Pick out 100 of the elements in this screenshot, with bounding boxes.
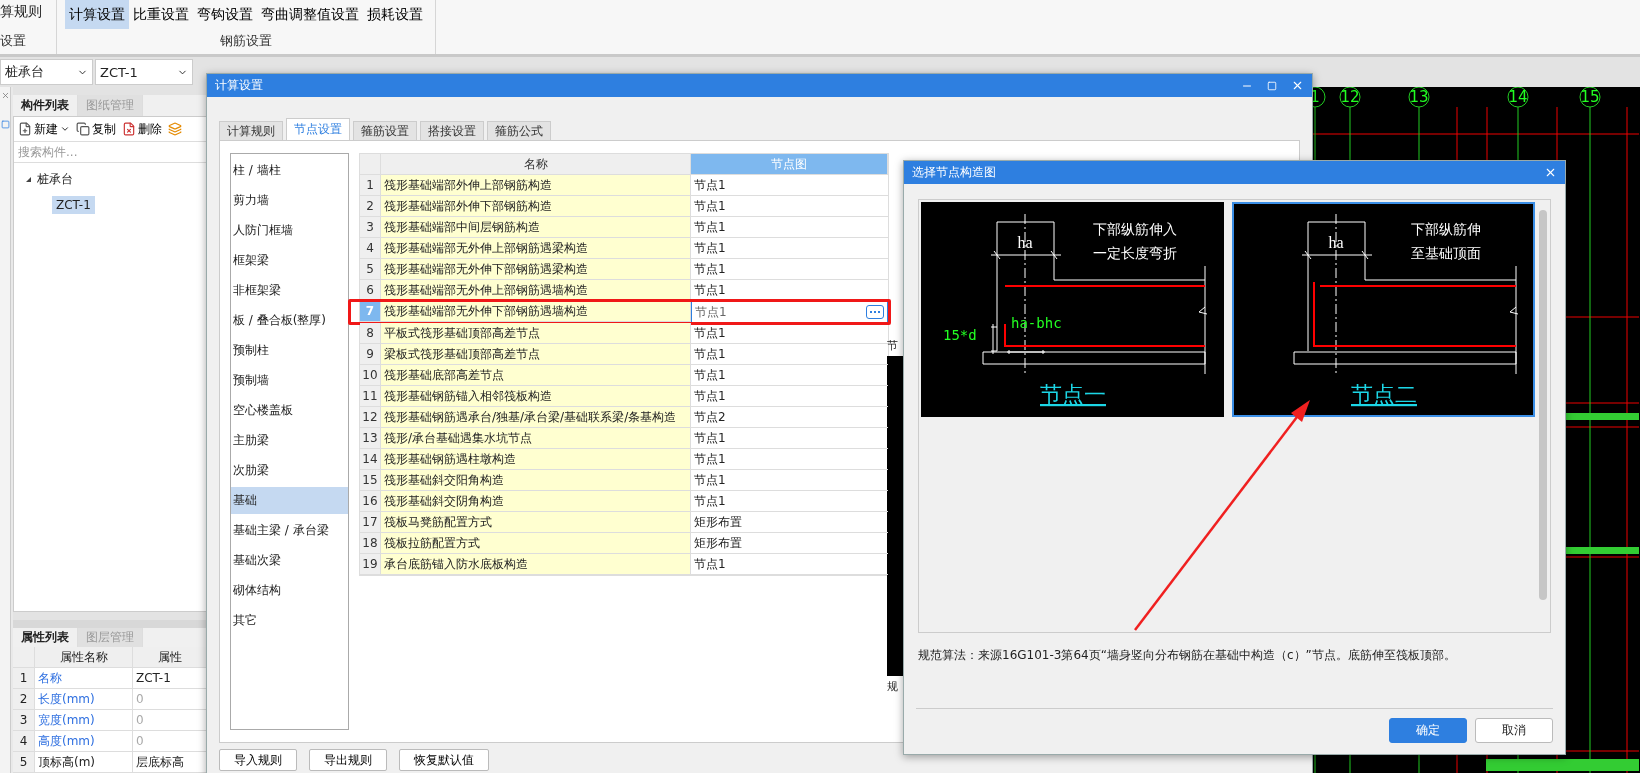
category-item[interactable]: 基础 [231,487,348,514]
settings-tab[interactable]: 搭接设置 [420,121,484,140]
row-number[interactable]: 13 [360,428,381,449]
table-cell: 承台底筋锚入防水底板构造 [381,554,691,575]
settings-tab[interactable]: 计算规则 [219,121,283,140]
node-cell[interactable]: 节点1 [691,323,888,344]
category-item[interactable]: 框架梁 [231,247,348,274]
node-value: 矩形布置 [694,514,742,531]
maximize-icon[interactable] [1267,80,1277,91]
caret-icon[interactable] [60,124,70,134]
row-number[interactable]: 10 [360,365,381,386]
dropdown-value: 桩承台 [5,63,44,81]
row-number[interactable]: 9 [360,344,381,365]
category-item[interactable]: 空心楼盖板 [231,397,348,424]
ribbon-button[interactable]: 弯钩设置 [193,0,257,29]
node-cell[interactable]: 节点1 [691,217,888,238]
category-item[interactable]: 预制墙 [231,367,348,394]
table-cell: 筏形基础端部无外伸上部钢筋遇梁构造 [381,238,691,259]
axis-label: 15 [1580,88,1600,106]
category-item[interactable]: 板 / 叠合板(整厚) [231,307,348,334]
category-item[interactable]: 剪力墙 [231,187,348,214]
row-number[interactable]: 2 [360,196,381,217]
node-value: 节点1 [694,219,726,236]
dialog-button[interactable]: 导入规则 [219,749,297,771]
dialog-button[interactable]: 导出规则 [309,749,387,771]
confirm-button[interactable]: 确定 [1389,718,1467,743]
category-item[interactable]: 基础次梁 [231,547,348,574]
expanded-caret-icon[interactable] [26,177,31,182]
property-name: 名称 [35,668,133,689]
row-number[interactable]: 8 [360,323,381,344]
column-header: 属性 [133,647,207,668]
node-cell[interactable]: 节点1 [691,175,888,196]
scrollbar-thumb[interactable] [1539,210,1547,600]
settings-tab[interactable]: 箍筋设置 [353,121,417,140]
node-cell[interactable]: 节点1 [691,301,888,323]
close-icon[interactable] [0,91,10,100]
category-item[interactable]: 人防门框墙 [231,217,348,244]
ribbon-button[interactable]: 损耗设置 [363,0,427,29]
close-icon[interactable] [1544,166,1557,179]
node-cell[interactable]: 节点1 [691,196,888,217]
node-value: 节点1 [694,198,726,215]
axis-label: 12 [1340,88,1360,106]
category-item[interactable]: 基础主梁 / 承台梁 [231,517,348,544]
row-number[interactable]: 1 [360,175,381,196]
category-item[interactable]: 柱 / 墙柱 [231,157,348,184]
ribbon-button[interactable]: 算规则 [0,0,50,22]
type-dropdown[interactable]: ZCT-1 [95,59,193,85]
node-cell[interactable]: 节点1 [691,280,888,301]
node-option[interactable]: ha 下部纵筋伸 至基础顶面 节点二 [1232,202,1535,417]
dialog-title: 计算设置 [215,77,263,94]
node-cell[interactable]: 节点1 [691,344,888,365]
property-name: 宽度(mm) [35,710,133,731]
dialog-button[interactable]: 恢复默认值 [399,749,489,771]
table-cell: 筏形基础钢筋锚入相邻筏板构造 [381,386,691,407]
node-value: 节点1 [694,451,726,468]
node-cell[interactable]: 节点1 [691,238,888,259]
row-number[interactable]: 3 [360,217,381,238]
panel-icon[interactable] [0,120,10,129]
row-number[interactable]: 16 [360,491,381,512]
toolbar-button[interactable]: 新建 [18,120,70,138]
row-number[interactable]: 12 [360,407,381,428]
row-number[interactable]: 11 [360,386,381,407]
column-header[interactable]: 名称 [381,154,691,175]
node-caption[interactable]: 节点二 [1351,382,1417,407]
ribbon-button[interactable]: 弯曲调整值设置 [257,0,363,29]
table-cell: 筏形基础钢筋遇承台/独基/承台梁/基础联系梁/条基构造 [381,407,691,428]
tree-item[interactable]: ZCT-1 [52,196,95,214]
category-item[interactable]: 非框架梁 [231,277,348,304]
settings-tab[interactable]: 节点设置 [286,118,350,140]
node-cell[interactable]: 节点1 [691,259,888,280]
row-number[interactable]: 17 [360,512,381,533]
node-caption[interactable]: 节点一 [1040,382,1106,407]
close-icon[interactable] [1291,79,1304,92]
cancel-button[interactable]: 取消 [1475,718,1553,743]
ribbon-button[interactable]: 比重设置 [129,0,193,29]
row-number[interactable]: 5 [360,259,381,280]
category-item[interactable]: 主肋梁 [231,427,348,454]
category-item[interactable]: 其它 [231,607,348,634]
table-cell: 筏形基础端部无外伸下部钢筋遇梁构造 [381,259,691,280]
node-option[interactable]: ha 下部纵筋伸入 一定长度弯折 15*d ha-bhc 节点一 [921,202,1224,417]
row-number[interactable]: 4 [360,238,381,259]
category-item[interactable]: 预制柱 [231,337,348,364]
row-number[interactable]: 18 [360,533,381,554]
toolbar-button[interactable]: 复制 [76,120,116,138]
settings-tab[interactable]: 箍筋公式 [487,121,551,140]
tree-item[interactable]: 桩承台 [22,169,77,190]
category-item[interactable]: 次肋梁 [231,457,348,484]
table-cell: 平板式筏形基础顶部高差节点 [381,323,691,344]
row-number[interactable]: 14 [360,449,381,470]
row-number[interactable]: 6 [360,280,381,301]
ribbon-button[interactable]: 计算设置 [65,0,129,29]
toolbar-button[interactable]: 删除 [122,120,162,138]
node-value: 节点1 [694,346,726,363]
property-value[interactable]: 层底标高 [133,752,207,773]
more-button[interactable] [866,305,884,319]
dimension-label: ha-bhc [1011,315,1062,331]
row-number[interactable]: 15 [360,470,381,491]
row-number[interactable]: 19 [360,554,381,575]
category-item[interactable]: 砌体结构 [231,577,348,604]
type-dropdown[interactable]: 桩承台 [0,59,93,85]
